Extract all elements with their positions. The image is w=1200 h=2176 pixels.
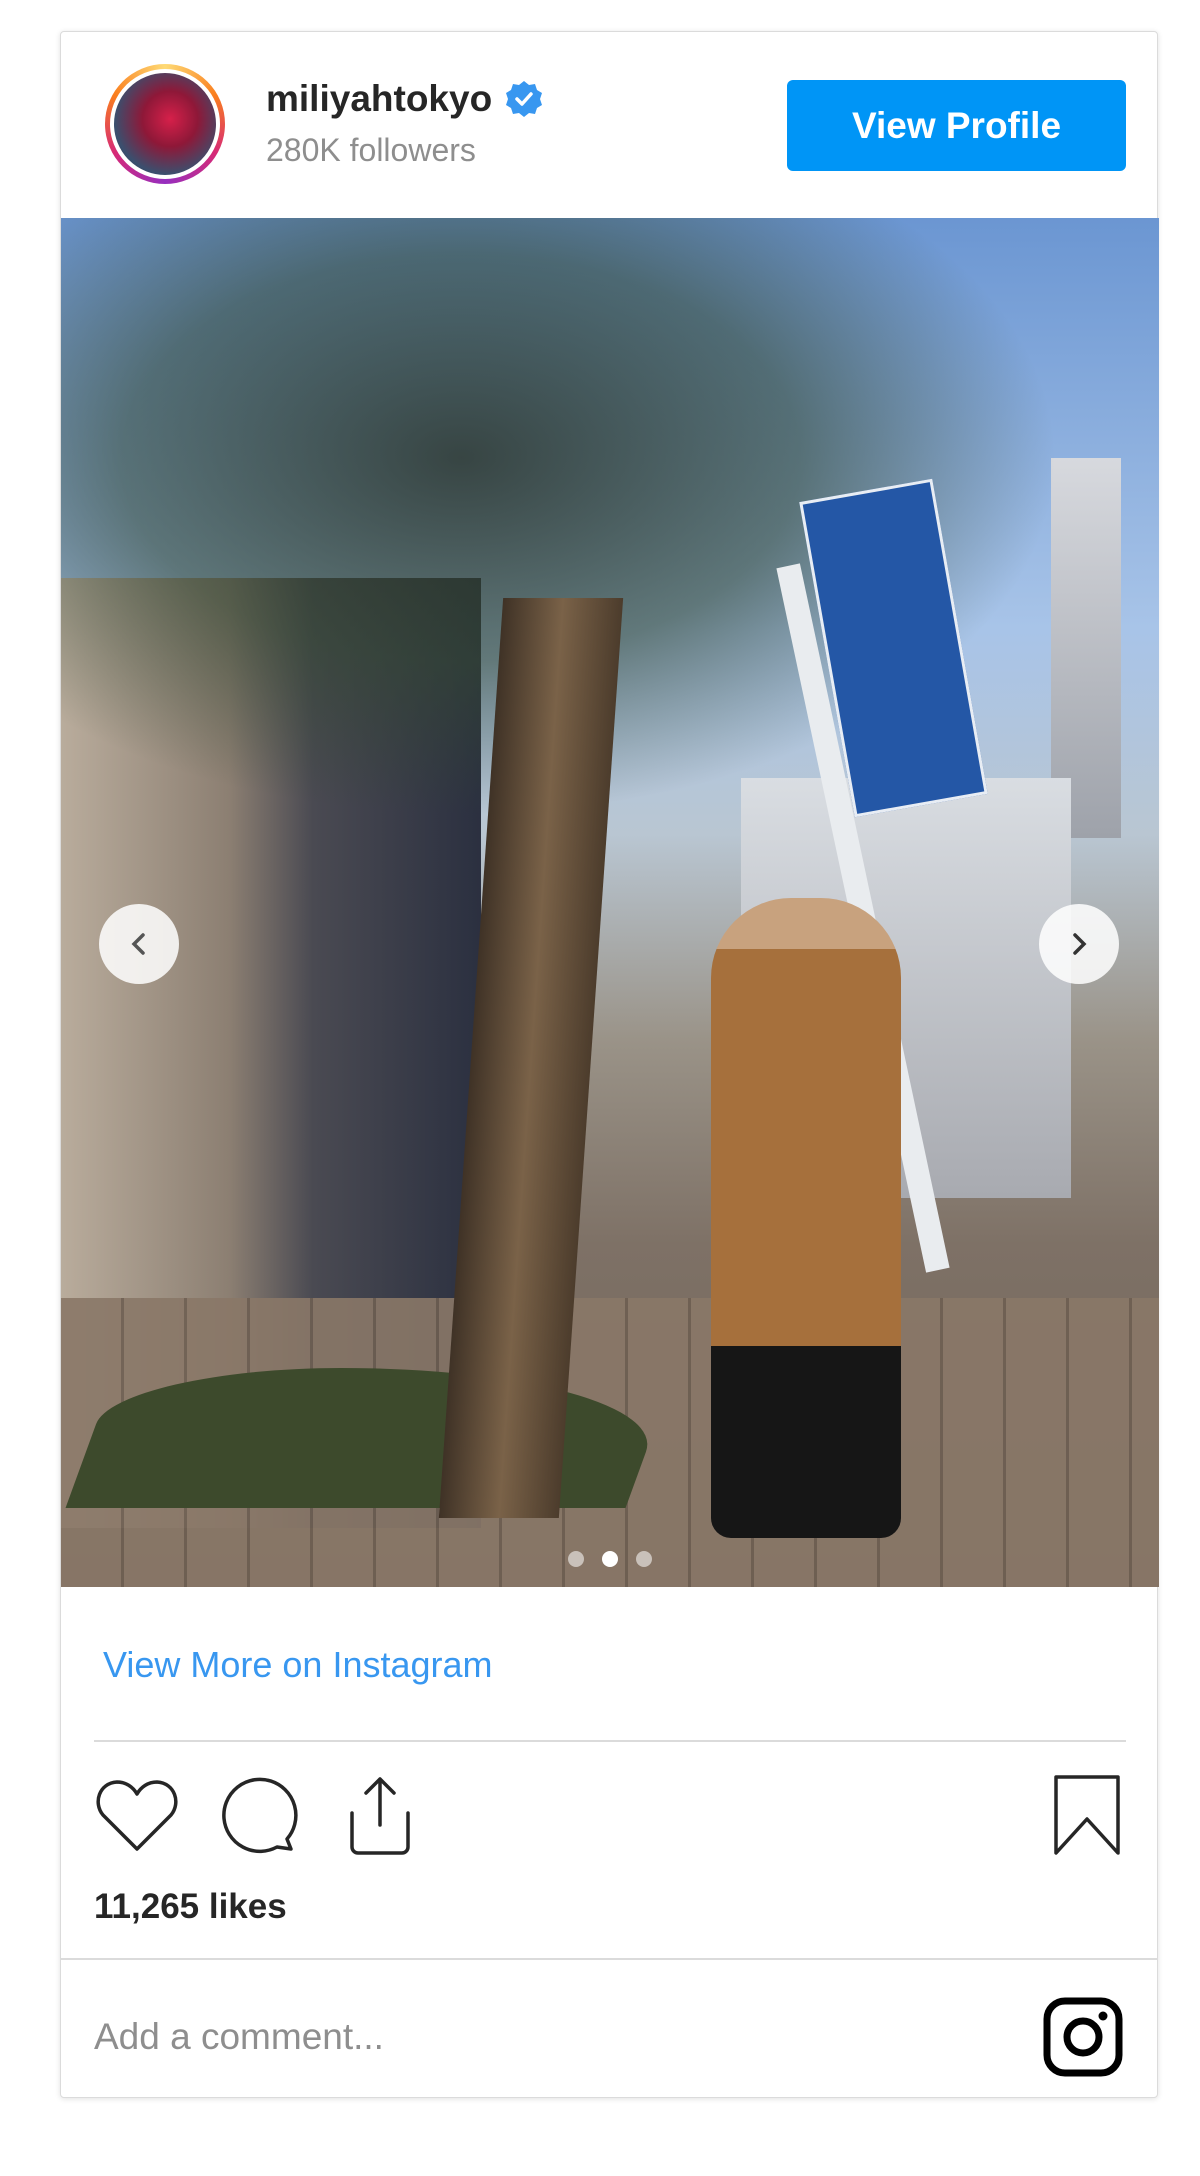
follower-count: 280K followers	[266, 132, 476, 168]
bookmark-button[interactable]	[1044, 1772, 1130, 1858]
avatar[interactable]	[105, 64, 225, 184]
heart-icon	[96, 1780, 178, 1851]
username[interactable]: miliyahtokyo	[266, 78, 492, 120]
post-photo[interactable]	[61, 218, 1159, 1587]
verified-badge-icon	[506, 81, 543, 117]
carousel-dots	[61, 1551, 1159, 1567]
carousel-next-button[interactable]	[1039, 904, 1119, 984]
view-profile-button[interactable]: View Profile	[787, 80, 1126, 171]
carousel-dot[interactable]	[568, 1551, 584, 1567]
chevron-left-icon	[131, 933, 145, 955]
action-bar	[94, 1772, 1126, 1862]
view-more-link[interactable]: View More on Instagram	[103, 1644, 493, 1686]
bookmark-icon	[1054, 1775, 1120, 1855]
photo-bg	[711, 898, 901, 1538]
like-button[interactable]	[94, 1772, 180, 1858]
divider	[94, 1740, 1126, 1742]
divider	[61, 1958, 1157, 1960]
instagram-logo-icon[interactable]	[1043, 1997, 1123, 2077]
share-button[interactable]	[337, 1772, 423, 1858]
comment-icon	[222, 1777, 298, 1854]
like-count: 11,265 likes	[94, 1887, 287, 1926]
share-icon	[350, 1777, 410, 1855]
avatar-image	[110, 69, 220, 179]
carousel-dot[interactable]	[636, 1551, 652, 1567]
instagram-embed-card: miliyahtokyo 280K followers View Profile…	[60, 31, 1159, 2098]
username-row: miliyahtokyo	[266, 78, 544, 120]
carousel-prev-button[interactable]	[99, 904, 179, 984]
comment-input[interactable]	[94, 2007, 994, 2067]
carousel-dot-active[interactable]	[602, 1551, 618, 1567]
chevron-right-icon	[1073, 933, 1087, 955]
comment-button[interactable]	[214, 1772, 300, 1858]
